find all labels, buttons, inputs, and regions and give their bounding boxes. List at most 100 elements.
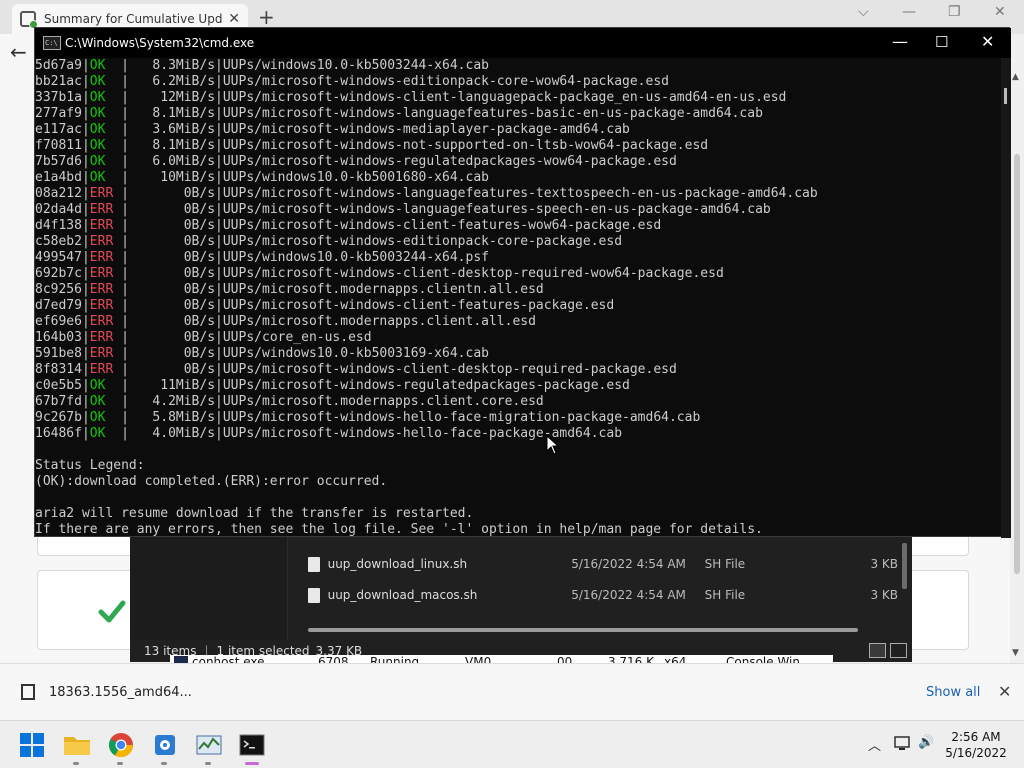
- download-item[interactable]: 18363.1556_amd64...: [49, 685, 192, 700]
- console-line: aria2 will resume download if the transf…: [35, 506, 474, 521]
- new-tab-button[interactable]: +: [258, 5, 275, 29]
- download-id: 5d67a9: [35, 58, 82, 73]
- back-button[interactable]: ←: [10, 40, 27, 64]
- volume-icon[interactable]: 🔊: [918, 735, 934, 750]
- download-path: UUPs/microsoft-windows-regulatedpackages…: [222, 378, 630, 393]
- start-button[interactable]: [16, 729, 48, 761]
- download-path: UUPs/microsoft-windows-hello-face-packag…: [222, 426, 623, 441]
- download-speed: 0B/s: [128, 346, 216, 361]
- download-speed: 12MiB/s: [128, 90, 216, 105]
- download-speed: 8.1MiB/s: [128, 138, 216, 153]
- vertical-scrollbar[interactable]: [902, 543, 907, 589]
- download-path: UUPs/microsoft-windows-languagefeatures-…: [222, 186, 818, 201]
- download-id: bb21ac: [35, 74, 82, 89]
- download-path: UUPs/microsoft-windows-client-desktop-re…: [222, 362, 677, 377]
- download-id: 08a212: [35, 186, 82, 201]
- status-badge: ERR: [89, 202, 114, 217]
- browser-minimize-button[interactable]: —: [902, 4, 916, 20]
- download-id: d4f138: [35, 218, 82, 233]
- download-id: 67b7fd: [35, 394, 82, 409]
- console-line: d7ed79|ERR | 0B/s|UUPs/microsoft-windows…: [35, 298, 615, 313]
- close-button[interactable]: ✕: [981, 32, 994, 51]
- scroll-up-arrow-icon[interactable]: ▲: [1012, 72, 1019, 82]
- download-speed: 6.0MiB/s: [128, 154, 216, 169]
- cmd-title-bar[interactable]: C:\ C:\Windows\System32\cmd.exe — ☐ ✕: [35, 28, 1011, 58]
- download-path: UUPs/microsoft.modernapps.client.all.esd: [222, 314, 536, 329]
- browser-close-button[interactable]: ✕: [994, 4, 1006, 20]
- gear-app-icon: [155, 735, 175, 755]
- console-line: ef69e6|ERR | 0B/s|UUPs/microsoft.moderna…: [35, 314, 536, 329]
- download-path: UUPs/microsoft-windows-languagefeatures-…: [222, 106, 763, 121]
- console-output[interactable]: 5d67a9|OK | 8.3MiB/s|UUPs/windows10.0-kb…: [35, 58, 1001, 538]
- scroll-down-arrow-icon[interactable]: ▼: [1012, 648, 1019, 658]
- details-view-icon[interactable]: [869, 643, 886, 658]
- browser-scrollbar[interactable]: [1010, 34, 1024, 663]
- console-line: 5d67a9|OK | 8.3MiB/s|UUPs/windows10.0-kb…: [35, 58, 489, 73]
- browser-restore-button[interactable]: ❐: [948, 4, 961, 20]
- mouse-cursor-icon: [546, 435, 560, 455]
- download-path: UUPs/microsoft-windows-regulatedpackages…: [222, 154, 677, 169]
- system-clock[interactable]: 2:56 AM 5/16/2022: [944, 729, 1008, 761]
- network-icon[interactable]: [894, 736, 912, 752]
- console-line: 692b7c|ERR | 0B/s|UUPs/microsoft-windows…: [35, 266, 724, 281]
- console-line: 499547|ERR | 0B/s|UUPs/windows10.0-kb500…: [35, 250, 489, 265]
- status-badge: ERR: [89, 282, 114, 297]
- download-id: 591be8: [35, 346, 82, 361]
- status-badge: ERR: [89, 346, 114, 361]
- status-badge: OK: [89, 90, 106, 105]
- page-favicon-icon: [20, 11, 38, 29]
- download-speed: 0B/s: [128, 314, 216, 329]
- status-badge: OK: [89, 154, 106, 169]
- download-id: 164b03: [35, 330, 82, 345]
- taskbar-chrome[interactable]: [105, 729, 137, 765]
- status-badge: ERR: [89, 298, 114, 313]
- console-line: f70811|OK | 8.1MiB/s|UUPs/microsoft-wind…: [35, 138, 709, 153]
- maximize-button[interactable]: ☐: [935, 33, 948, 51]
- zip-file-icon: [21, 684, 35, 700]
- status-badge: OK: [89, 58, 106, 73]
- browser-tab-title: Summary for Cumulative Update: [44, 12, 223, 26]
- close-download-bar-button[interactable]: ✕: [998, 682, 1011, 701]
- minimize-button[interactable]: —: [892, 32, 908, 51]
- download-id: 02da4d: [35, 202, 82, 217]
- console-scrollbar[interactable]: [1001, 58, 1011, 538]
- download-speed: 6.2MiB/s: [128, 74, 216, 89]
- download-id: c58eb2: [35, 234, 82, 249]
- tiles-view-icon[interactable]: [890, 643, 907, 658]
- tray-chevron-icon[interactable]: ︿: [868, 735, 881, 754]
- download-speed: 0B/s: [128, 186, 216, 201]
- tab-close-icon[interactable]: ✕: [228, 11, 240, 27]
- taskbar: ︿ 🔊 2:56 AM 5/16/2022: [0, 720, 1024, 768]
- task-manager-icon: [196, 735, 222, 755]
- taskbar-task-manager[interactable]: [193, 729, 225, 765]
- console-line: 67b7fd|OK | 4.2MiB/s|UUPs/microsoft.mode…: [35, 394, 544, 409]
- taskbar-app[interactable]: [149, 729, 181, 765]
- show-all-button[interactable]: Show all: [926, 685, 980, 700]
- windows-logo-icon: [20, 733, 44, 757]
- checkmark-icon: [98, 600, 126, 623]
- download-id: e117ac: [35, 122, 82, 137]
- download-path: UUPs/windows10.0-kb5003244-x64.psf: [222, 250, 489, 265]
- download-id: d7ed79: [35, 298, 82, 313]
- status-badge: ERR: [89, 186, 114, 201]
- console-line: c58eb2|ERR | 0B/s|UUPs/microsoft-windows…: [35, 234, 623, 249]
- cmd-icon: C:\: [43, 36, 61, 50]
- taskbar-file-explorer[interactable]: [61, 729, 93, 765]
- tab-search-icon[interactable]: ⌵: [858, 4, 869, 20]
- chrome-icon: [108, 733, 133, 758]
- status-badge: ERR: [89, 362, 114, 377]
- file-size: 3 KB: [870, 557, 898, 571]
- navigation-pane[interactable]: [130, 537, 288, 640]
- console-line: 337b1a|OK | 12MiB/s|UUPs/microsoft-windo…: [35, 90, 787, 105]
- file-row[interactable]: uup_download_linux.sh 5/16/2022 4:54 AM …: [308, 553, 898, 575]
- taskbar-cmd[interactable]: [236, 729, 268, 765]
- horizontal-scrollbar[interactable]: [308, 628, 858, 632]
- download-speed: 4.2MiB/s: [128, 394, 216, 409]
- status-badge: OK: [89, 410, 106, 425]
- status-badge: ERR: [89, 266, 114, 281]
- download-speed: 8.3MiB/s: [128, 58, 216, 73]
- file-row[interactable]: uup_download_macos.sh 5/16/2022 4:54 AM …: [308, 584, 898, 606]
- download-speed: 0B/s: [128, 250, 216, 265]
- file-name: uup_download_macos.sh: [327, 588, 478, 602]
